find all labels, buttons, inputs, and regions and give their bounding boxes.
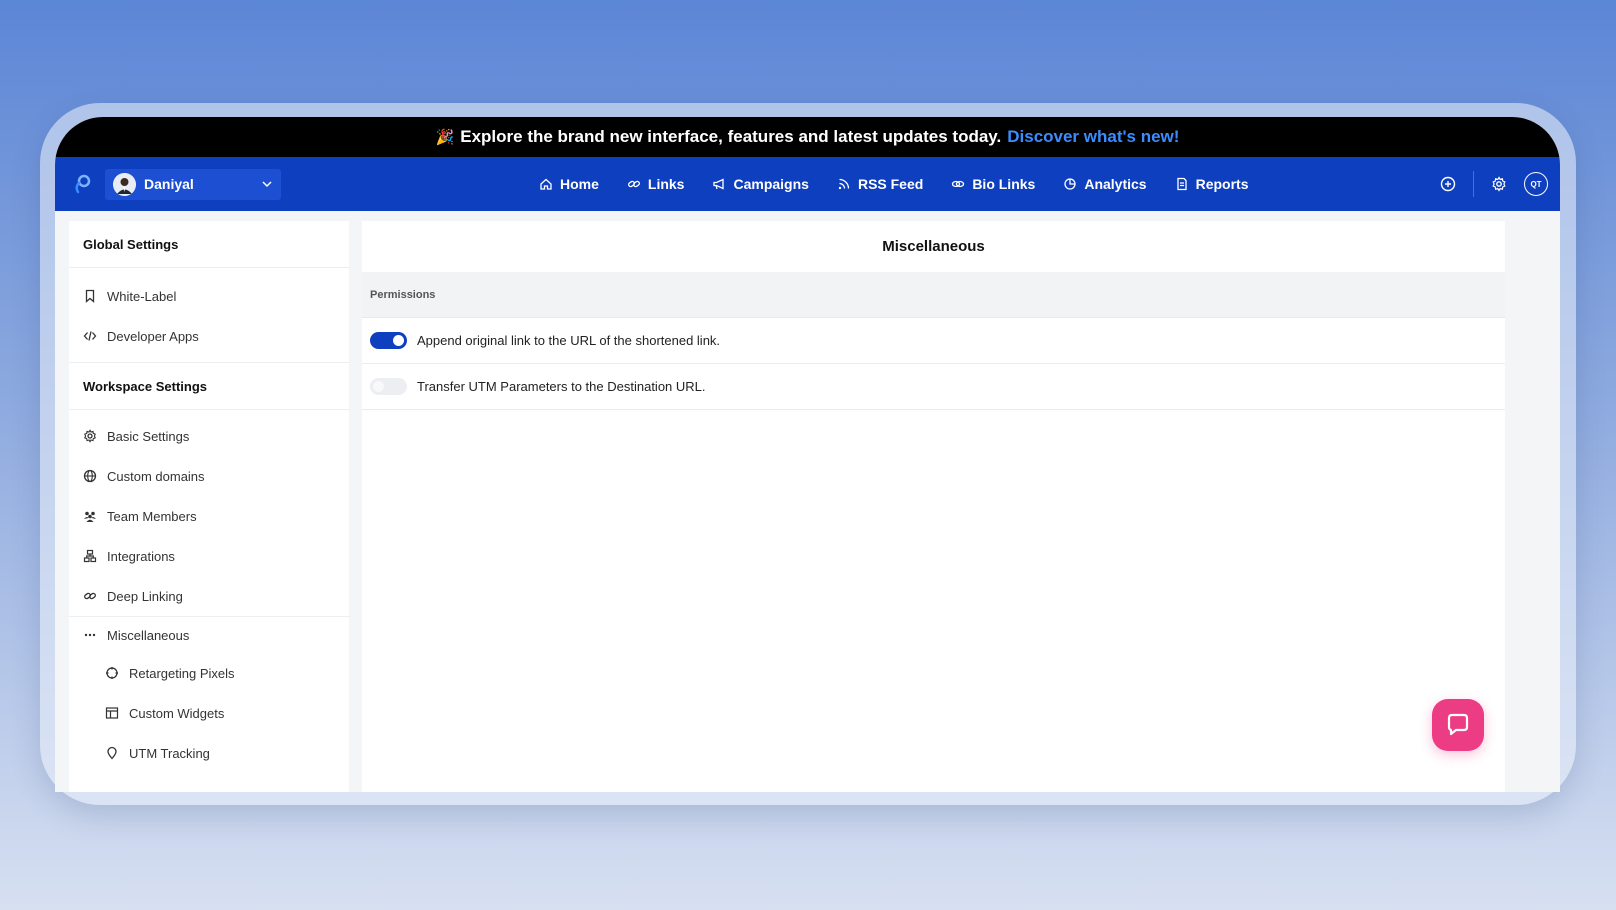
chevron-down-icon (262, 181, 272, 188)
link-icon (84, 592, 96, 600)
permission-row: Append original link to the URL of the s… (362, 318, 1505, 364)
sidebar-item-label: White-Label (107, 288, 177, 304)
nav-analytics-label: Analytics (1084, 176, 1147, 192)
top-navigation: Daniyal Home Links Campaigns RSS Feed Bi… (55, 157, 1560, 211)
nav-home[interactable]: Home (539, 176, 599, 192)
sidebar-item-developer-apps[interactable]: Developer Apps (69, 316, 349, 356)
sidebar-item-integrations[interactable]: Integrations (69, 536, 349, 576)
sidebar-item-custom-widgets[interactable]: Custom Widgets (69, 693, 349, 733)
nav-bio-links[interactable]: Bio Links (951, 176, 1035, 192)
workspace-name: Daniyal (144, 176, 194, 192)
nav-campaigns[interactable]: Campaigns (712, 176, 809, 192)
report-icon (1176, 177, 1187, 191)
user-menu[interactable]: QT (1524, 172, 1548, 196)
sidebar-item-deep-linking[interactable]: Deep Linking (69, 576, 349, 616)
nav-rss-feed[interactable]: RSS Feed (837, 176, 923, 192)
sidebar-item-label: Custom Widgets (129, 705, 225, 721)
permissions-heading: Permissions (362, 272, 1505, 318)
megaphone-icon (713, 178, 725, 190)
sidebar-item-team-members[interactable]: Team Members (69, 496, 349, 536)
crosshair-icon (106, 667, 118, 679)
nav-campaigns-label: Campaigns (733, 176, 809, 192)
sidebar-item-retargeting-pixels[interactable]: Retargeting Pixels (69, 653, 349, 693)
page-title: Miscellaneous (882, 238, 985, 255)
sidebar-item-white-label[interactable]: White-Label (69, 276, 349, 316)
toggle-knob (393, 335, 404, 346)
sidebar-item-label: Retargeting Pixels (129, 665, 235, 681)
nav-links-label: Links (647, 176, 685, 192)
support-chat-button[interactable] (1432, 699, 1484, 751)
nav-home-label: Home (560, 176, 599, 192)
globe-icon (83, 469, 97, 483)
permission-label: Transfer UTM Parameters to the Destinati… (417, 379, 706, 394)
announcement-bar: 🎉 Explore the brand new interface, featu… (55, 117, 1560, 157)
announcement-text: Explore the brand new interface, feature… (460, 127, 1002, 146)
sidebar-item-label: Integrations (107, 548, 175, 564)
nav-bio-links-label: Bio Links (972, 176, 1036, 192)
settings-button[interactable] (1490, 175, 1508, 193)
append-link-toggle[interactable] (370, 332, 407, 349)
analytics-icon (1064, 178, 1076, 190)
home-icon (540, 178, 552, 190)
gear-icon (1492, 176, 1506, 192)
nav-reports[interactable]: Reports (1175, 176, 1249, 192)
widget-icon (105, 707, 119, 719)
permission-label: Append original link to the URL of the s… (417, 333, 721, 348)
sidebar-item-utm-tracking[interactable]: UTM Tracking (69, 733, 349, 773)
bookmark-icon (85, 289, 95, 303)
location-pin-icon (107, 746, 117, 760)
rss-icon (838, 178, 850, 190)
sidebar-item-label: Team Members (107, 508, 197, 524)
main-nav: Home Links Campaigns RSS Feed Bio Links … (539, 157, 1248, 211)
sidebar-item-miscellaneous[interactable]: Miscellaneous (69, 617, 349, 653)
permission-row: Transfer UTM Parameters to the Destinati… (362, 364, 1505, 410)
avatar (113, 172, 136, 196)
integrations-icon (83, 549, 97, 563)
sidebar-item-label: Developer Apps (107, 328, 199, 344)
add-button[interactable] (1439, 175, 1457, 193)
settings-sidebar: Global Settings White-Label Developer Ap… (69, 221, 349, 792)
sidebar-item-label: Custom domains (107, 468, 205, 484)
sidebar-item-label: UTM Tracking (129, 745, 210, 761)
gear-icon (84, 429, 96, 443)
app-window: 🎉 Explore the brand new interface, featu… (55, 117, 1560, 792)
link-icon (627, 180, 640, 188)
nav-actions: QT (1439, 157, 1548, 211)
nav-analytics[interactable]: Analytics (1063, 176, 1147, 192)
bio-links-icon (952, 180, 965, 188)
toggle-knob (373, 381, 384, 392)
global-settings-heading: Global Settings (69, 221, 349, 268)
nav-reports-label: Reports (1195, 176, 1249, 192)
plus-circle-icon (1440, 176, 1456, 192)
workspace-selector[interactable]: Daniyal (105, 168, 281, 200)
logo-icon[interactable] (71, 173, 93, 195)
workspace-settings-heading: Workspace Settings (69, 363, 349, 410)
sidebar-item-custom-domains[interactable]: Custom domains (69, 456, 349, 496)
main-panel: Miscellaneous Permissions Append origina… (362, 221, 1505, 792)
sidebar-item-label: Miscellaneous (107, 627, 190, 643)
sidebar-item-basic-settings[interactable]: Basic Settings (69, 416, 349, 456)
sidebar-item-label: Basic Settings (107, 428, 190, 444)
transfer-utm-toggle[interactable] (370, 378, 407, 395)
party-emoji: 🎉 (435, 129, 455, 146)
code-icon (83, 331, 97, 341)
nav-links[interactable]: Links (627, 176, 685, 192)
nav-rss-feed-label: RSS Feed (857, 176, 924, 192)
announcement-link[interactable]: Discover what's new! (1007, 127, 1179, 147)
more-dots-icon (84, 633, 96, 637)
team-icon (84, 511, 96, 522)
chat-bubble-icon (1447, 713, 1469, 736)
sidebar-item-label: Deep Linking (107, 588, 183, 604)
nav-divider (1473, 171, 1474, 197)
